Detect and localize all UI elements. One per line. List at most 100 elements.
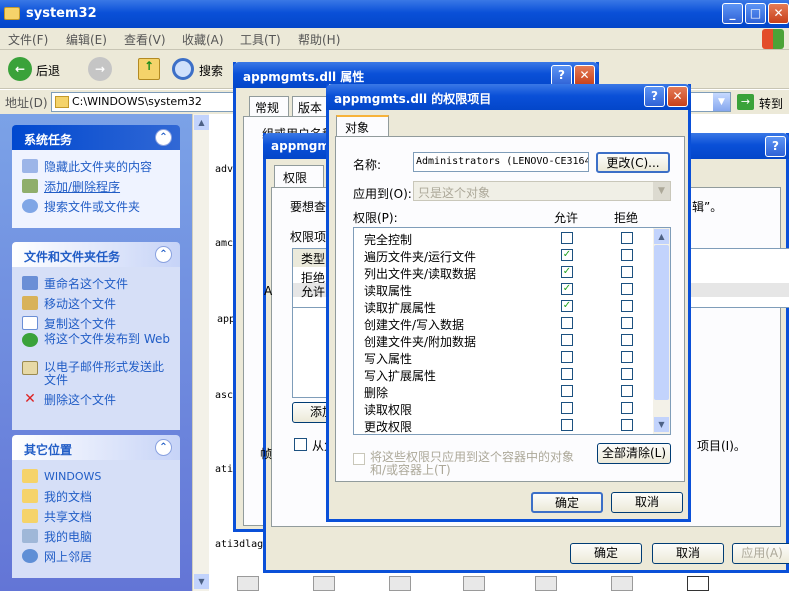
allow-checkbox[interactable]: ✓ [561,266,573,278]
other-places-header[interactable]: 其它位置 ⌃ [12,435,180,460]
tab-object[interactable]: 对象 [336,115,389,137]
collapse-icon[interactable]: ⌃ [155,246,172,263]
ok-button[interactable]: 确定 [531,492,603,513]
allow-checkbox[interactable] [561,334,573,346]
address-label: 地址(D) [5,96,48,110]
go-arrow-icon[interactable]: → [737,94,754,110]
task-delete[interactable]: ✕ 删除这个文件 [22,389,170,409]
menu-tools[interactable]: 工具(T) [240,31,281,48]
allow-checkbox[interactable] [561,368,573,380]
help-button[interactable]: ? [765,136,786,157]
task-pane-scrollbar[interactable]: ▲ ▼ [192,114,209,591]
place-windows[interactable]: WINDOWS [22,466,170,486]
deny-checkbox[interactable] [621,334,633,346]
permissions-scrollbar[interactable]: ▲ ▼ [653,228,670,434]
explorer-titlebar[interactable]: system32 _ □ ✕ [0,0,789,28]
allow-checkbox[interactable] [561,232,573,244]
file-item[interactable]: ati3dlag. [215,539,269,550]
task-rename[interactable]: 重命名这个文件 [22,273,170,293]
close-button[interactable]: ✕ [574,65,595,86]
permission-name: 遍历文件夹/运行文件 [364,250,477,264]
deny-checkbox[interactable] [621,402,633,414]
task-move[interactable]: 移动这个文件 [22,293,170,313]
allow-checkbox[interactable]: ✓ [561,283,573,295]
collapse-icon[interactable]: ⌃ [155,129,172,146]
deny-checkbox[interactable] [621,283,633,295]
cancel-button[interactable]: 取消 [611,492,683,513]
deny-checkbox[interactable] [621,368,633,380]
deny-checkbox[interactable] [621,351,633,363]
menu-view[interactable]: 查看(V) [124,31,166,48]
button-label: 确定 [593,546,618,560]
deny-checkbox[interactable] [621,249,633,261]
menu-favorites[interactable]: 收藏(A) [182,31,224,48]
allow-checkbox[interactable]: ✓ [561,300,573,312]
tab-general[interactable]: 常规 [249,96,289,116]
place-my-computer[interactable]: 我的电脑 [22,526,170,546]
system-tasks-header[interactable]: 系统任务 ⌃ [12,125,180,150]
scroll-up-icon[interactable]: ▲ [654,229,669,244]
apply-inherit-checkbox[interactable] [353,453,365,465]
menu-edit[interactable]: 编辑(E) [66,31,107,48]
scroll-down-icon[interactable]: ▼ [654,417,669,432]
deny-checkbox[interactable] [621,419,633,431]
change-button[interactable]: 更改(C)... [596,152,670,173]
permissions-list[interactable]: 完全控制 遍历文件夹/运行文件 ✓ 列出文件夹/读取数据 ✓ 读取属性 ✓ 读取扩展属性 ✓ 创建… [353,227,671,435]
back-button-label[interactable]: 后退 [36,62,60,79]
task-search-files[interactable]: 搜索文件或文件夹 [22,196,170,216]
place-my-documents[interactable]: 我的文档 [22,486,170,506]
collapse-icon[interactable]: ⌃ [155,439,172,456]
task-hide-folder[interactable]: 隐藏此文件夹的内容 [22,156,170,176]
deny-checkbox[interactable] [621,300,633,312]
scroll-up-icon[interactable]: ▲ [194,115,209,130]
row-label: 允许 [301,285,326,299]
permission-dialog-titlebar[interactable]: appmgmts.dll 的权限项目 ? ✕ [326,84,691,110]
back-arrow-icon[interactable]: ← [8,57,32,81]
place-shared-documents[interactable]: 共享文档 [22,506,170,526]
close-button[interactable]: ✕ [768,3,789,24]
forward-arrow-icon[interactable]: → [88,57,112,81]
task-publish-web[interactable]: 将这个文件发布到 Web [22,333,170,361]
inherit-checkbox[interactable] [294,438,307,451]
allow-checkbox[interactable] [561,385,573,397]
task-label: 以电子邮件形式发送此文件 [44,360,165,387]
search-icon[interactable] [172,58,194,80]
address-dropdown-icon[interactable]: ▼ [713,93,730,111]
cancel-button[interactable]: 取消 [652,543,724,564]
allow-checkbox[interactable]: ✓ [561,249,573,261]
deny-checkbox[interactable] [621,317,633,329]
apply-button[interactable]: 应用(A) [732,543,789,564]
allow-checkbox[interactable] [561,419,573,431]
name-field[interactable]: Administrators (LENOVO-CE3164 [413,152,589,172]
search-button-label[interactable]: 搜索 [199,62,223,79]
help-button[interactable]: ? [644,86,665,107]
clear-all-button[interactable]: 全部清除(L) [597,443,671,464]
allow-checkbox[interactable] [561,351,573,363]
go-button-label[interactable]: 转到 [759,95,783,112]
ok-button[interactable]: 确定 [570,543,642,564]
help-button[interactable]: ? [551,65,572,86]
folder-view-icon [22,159,38,173]
scroll-down-icon[interactable]: ▼ [194,574,209,589]
deny-checkbox[interactable] [621,232,633,244]
place-network[interactable]: 网上邻居 [22,546,170,566]
maximize-button[interactable]: □ [745,3,766,24]
apply-to-dropdown[interactable]: 只是这个对象 ▼ [413,181,671,201]
minimize-button[interactable]: _ [722,3,743,24]
allow-checkbox[interactable] [561,402,573,414]
up-folder-icon[interactable]: ↑ [138,58,160,80]
allow-checkbox[interactable] [561,317,573,329]
task-add-remove-programs[interactable]: 添加/删除程序 [22,176,170,196]
task-copy[interactable]: 复制这个文件 [22,313,170,333]
task-email[interactable]: 以电子邮件形式发送此文件 [22,361,170,389]
file-tasks-header[interactable]: 文件和文件夹任务 ⌃ [12,242,180,267]
deny-checkbox[interactable] [621,266,633,278]
scroll-thumb[interactable] [654,245,669,400]
tab-permissions[interactable]: 权限 [274,165,324,187]
menu-help[interactable]: 帮助(H) [298,31,340,48]
menu-file[interactable]: 文件(F) [8,31,48,48]
dropdown-arrow-icon[interactable]: ▼ [653,182,670,200]
deny-checkbox[interactable] [621,385,633,397]
file-item[interactable]: asc [215,390,233,401]
close-button[interactable]: ✕ [667,86,688,107]
